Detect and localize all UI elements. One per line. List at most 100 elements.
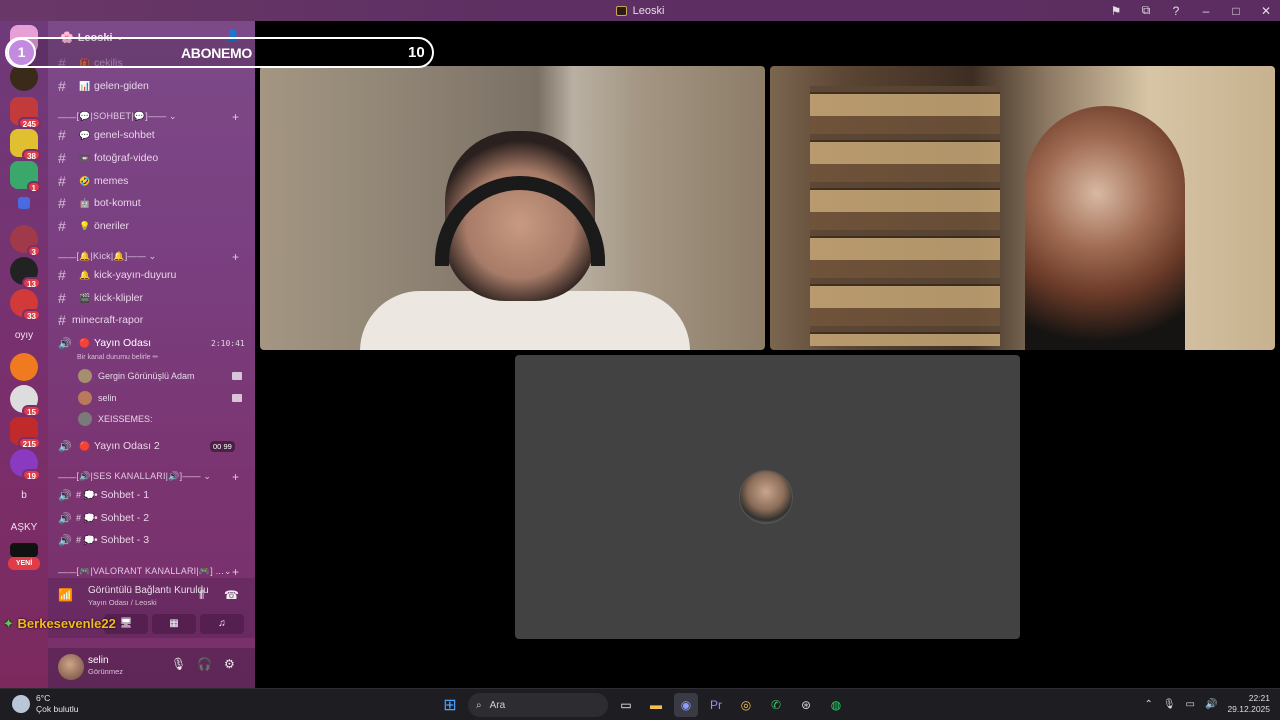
voice-channel-sohbet-1[interactable]: 🔊 # 💭 • Sohbet - 1 <box>58 486 149 504</box>
channel-oneriler[interactable]: # 💡 öneriler <box>58 217 129 235</box>
activities-button[interactable]: ▦ <box>152 614 196 634</box>
taskbar: 6°C Çok bulutlu ⊞ ⌕ Ara ▭ ▬ ◉ Pr ◎ ✆ ⊛ ◍ ⌃… <box>0 688 1280 720</box>
server-9[interactable] <box>10 353 38 381</box>
help-icon[interactable]: ? <box>1168 4 1184 18</box>
popout-icon[interactable]: ⧉ <box>1138 3 1154 18</box>
whatsapp-icon[interactable]: ✆ <box>764 693 788 717</box>
weather-widget[interactable]: 6°C Çok bulutlu <box>12 693 79 715</box>
time: 22:21 <box>1248 693 1270 703</box>
voice-live-icon: 🔊 <box>58 337 72 350</box>
category-kick[interactable]: —— [🔔|Kick|🔔] —— ⌄ + <box>58 250 239 264</box>
channel-minecraft-rapor[interactable]: # minecraft-rapor <box>58 311 143 329</box>
date: 29.12.2025 <box>1227 704 1270 714</box>
add-channel-icon[interactable]: + <box>232 110 239 124</box>
video-tile-3[interactable] <box>515 355 1020 639</box>
server-12[interactable]: 19 <box>10 449 41 481</box>
add-channel-icon[interactable]: + <box>232 250 239 264</box>
start-button[interactable]: ⊞ <box>438 693 462 717</box>
voice-user[interactable]: selin <box>78 389 242 407</box>
category-ses[interactable]: —— [🔊|SES KANALLARI|🔊] —— ⌄ + <box>58 470 239 484</box>
server-11[interactable]: 215 <box>10 417 41 449</box>
channel-label: • Sohbet - 3 <box>94 534 150 546</box>
noise-suppression-icon[interactable]: ⦀ <box>199 588 204 603</box>
channel-gelen-giden[interactable]: # 📊 gelen-giden <box>58 77 149 95</box>
video-tile-1[interactable] <box>260 66 765 350</box>
avatar <box>78 412 92 426</box>
channel-bot-komut[interactable]: # 🤖 bot-komut <box>58 194 141 212</box>
task-view-icon[interactable]: ▭ <box>614 693 638 717</box>
microphone-icon[interactable]: 🎙 <box>171 657 186 671</box>
avatar[interactable] <box>58 654 84 680</box>
server-10[interactable]: 15 <box>10 385 41 417</box>
voice-user[interactable]: XEISSEMES: <box>78 410 153 428</box>
server-3[interactable]: 38 <box>10 129 41 161</box>
inbox-icon[interactable]: ⚑ <box>1108 4 1124 18</box>
unread-badge: 15 <box>22 405 41 417</box>
server-5[interactable] <box>18 197 30 209</box>
headphones-icon[interactable]: 🎧 <box>197 657 212 671</box>
voice-user-name: selin <box>98 393 117 403</box>
category-label: [🔔|Kick|🔔] <box>76 251 128 261</box>
unread-badge: 19 <box>22 469 41 481</box>
steam-icon[interactable]: ⊛ <box>794 693 818 717</box>
chrome-icon[interactable]: ◎ <box>734 693 758 717</box>
voice-channel-yayin-odasi[interactable]: 🔊 🔴 Yayın Odası <box>58 334 151 352</box>
voice-channel-sohbet-3[interactable]: 🔊 # 💭 • Sohbet - 3 <box>58 531 149 549</box>
hash-icon: # <box>58 195 66 211</box>
hash-icon: # <box>58 312 66 328</box>
discord-icon[interactable]: ◉ <box>674 693 698 717</box>
channel-memes[interactable]: # 🤣 memes <box>58 172 128 190</box>
category-valorant[interactable]: —— [🎮|VALORANT KANALLARI|🎮] ... ⌄ + <box>58 565 239 579</box>
gear-icon[interactable]: ⚙ <box>224 657 235 671</box>
premiere-icon[interactable]: Pr <box>704 693 728 717</box>
channel-fotograf-video[interactable]: # 📼 fotoğraf-video <box>58 149 158 167</box>
display-icon[interactable]: ▭ <box>1186 699 1195 710</box>
maximize-button[interactable]: □ <box>1228 4 1244 18</box>
disconnect-icon[interactable]: ☎ <box>224 588 239 602</box>
server-oyiy[interactable]: oyıy <box>10 321 38 349</box>
clock[interactable]: 22:21 29.12.2025 <box>1227 693 1270 715</box>
sub-goal: 10 <box>408 44 425 61</box>
channel-kick-klipler[interactable]: # 🎬 kick-klipler <box>58 289 143 307</box>
camera-icon <box>232 394 242 402</box>
voice-channel-sohbet-2[interactable]: 🔊 # 💭 • Sohbet - 2 <box>58 509 149 527</box>
server-rail: 245 38 1 3 13 33 oyıy 15 215 19 b AŞKY Y… <box>0 21 48 688</box>
volume-icon[interactable]: 🔊 <box>1205 699 1217 710</box>
server-7[interactable]: 13 <box>10 257 41 289</box>
soundboard-button[interactable]: ♫ <box>200 614 244 634</box>
minimize-button[interactable]: – <box>1198 4 1214 18</box>
channel-kick-yayin-duyuru[interactable]: # 🔔 kick-yayın-duyuru <box>58 266 176 284</box>
add-channel-icon[interactable]: + <box>232 565 239 579</box>
voice-channel-path[interactable]: Yayın Odası / Leoski <box>88 598 157 607</box>
video-tile-2[interactable] <box>770 66 1275 350</box>
voice-user[interactable]: Gergin Görünüşlü Adam <box>78 367 242 385</box>
server-b[interactable]: b <box>10 481 38 509</box>
server-13[interactable] <box>10 543 38 557</box>
channel-genel-sohbet[interactable]: # 💬 genel-sohbet <box>58 126 155 144</box>
avatar <box>739 470 793 524</box>
category-label: [🎮|VALORANT KANALLARI|🎮] ... <box>76 566 224 576</box>
file-explorer-icon[interactable]: ▬ <box>644 693 668 717</box>
server-2[interactable]: 245 <box>10 97 41 129</box>
search-placeholder: Ara <box>489 699 506 711</box>
microphone-icon[interactable]: 🎙 <box>1163 699 1176 710</box>
search-box[interactable]: ⌕ Ara <box>468 693 608 717</box>
voice-channel-yayin-odasi-2[interactable]: 🔊 🔴 Yayın Odası 2 <box>58 437 160 455</box>
channel-emoji: 💡 <box>79 220 91 231</box>
close-button[interactable]: ✕ <box>1258 4 1274 18</box>
voice-user-name: XEISSEMES: <box>98 414 153 424</box>
spotify-icon[interactable]: ◍ <box>824 693 848 717</box>
server-4[interactable]: 1 <box>10 161 41 193</box>
server-asky[interactable]: AŞKY <box>10 513 38 541</box>
unread-badge: 215 <box>17 437 41 449</box>
speaker-icon: 🔊 <box>58 512 72 525</box>
channel-emoji: # 💭 <box>76 512 95 523</box>
category-sohbet[interactable]: —— [💬|SOHBET|💬] —— ⌄ + <box>58 110 239 124</box>
server-6[interactable]: 3 <box>10 225 41 257</box>
server-8[interactable]: 33 <box>10 289 41 321</box>
avatar <box>78 391 92 405</box>
channel-status-prompt[interactable]: Bir kanal durumu belirle ✏ <box>77 353 158 361</box>
hash-icon: # <box>58 218 66 234</box>
add-channel-icon[interactable]: + <box>232 470 239 484</box>
chevron-up-icon[interactable]: ⌃ <box>1144 699 1152 710</box>
